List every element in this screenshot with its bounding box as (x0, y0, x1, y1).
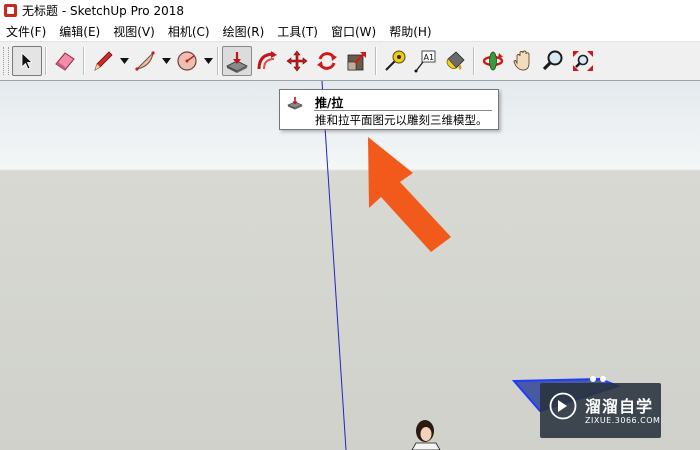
circle-tool-button[interactable] (172, 46, 202, 76)
sketchup-app-icon (4, 4, 17, 17)
move-icon (286, 50, 308, 72)
pan-tool-button[interactable] (508, 46, 538, 76)
pencil-dropdown[interactable] (118, 46, 130, 76)
chevron-down-icon (161, 58, 171, 64)
paint-bucket-icon (446, 51, 465, 70)
menu-draw[interactable]: 绘图(R) (217, 23, 272, 40)
zoom-extents-icon (573, 51, 593, 71)
chevron-down-icon (119, 58, 129, 64)
text-icon: A1 (414, 50, 436, 73)
push-pull-icon (287, 97, 303, 110)
arc-icon (135, 51, 155, 71)
menu-file[interactable]: 文件(F) (0, 23, 53, 40)
follow-me-icon (257, 51, 277, 70)
follow-me-tool-button[interactable] (252, 46, 282, 76)
push-pull-tool-button[interactable] (222, 46, 252, 76)
move-tool-button[interactable] (282, 46, 312, 76)
select-tool-button[interactable] (12, 46, 42, 76)
eraser-tool-button[interactable] (50, 46, 80, 76)
site-watermark: 溜溜自学 ZIXUE.3066.COM (540, 383, 661, 438)
eraser-icon (55, 52, 75, 71)
vertex-marker (590, 376, 596, 382)
blue-axis-line (321, 81, 347, 450)
menu-edit[interactable]: 编辑(E) (53, 23, 107, 40)
orbit-icon (482, 51, 504, 71)
main-toolbar: A1 (0, 42, 700, 81)
arc-tool-button[interactable] (130, 46, 160, 76)
text-tool-button[interactable]: A1 (410, 46, 440, 76)
select-icon (21, 52, 34, 70)
svg-text:A1: A1 (424, 53, 435, 62)
watermark-subtext: ZIXUE.3066.COM (585, 416, 661, 425)
pan-icon (513, 50, 530, 71)
tooltip-divider (314, 110, 492, 111)
menu-view[interactable]: 视图(V) (107, 23, 162, 40)
push-pull-icon (226, 52, 248, 73)
arc-dropdown[interactable] (160, 46, 172, 76)
annotation-arrow (368, 137, 451, 252)
vertex-marker (600, 376, 606, 382)
push-pull-tooltip: 推/拉 推和拉平面图元以雕刻三维模型。 (279, 89, 499, 130)
toolbar-separator (473, 47, 475, 75)
toolbar-separator (45, 47, 47, 75)
rotate-tool-button[interactable] (312, 46, 342, 76)
menu-bar: 文件(F) 编辑(E) 视图(V) 相机(C) 绘图(R) 工具(T) 窗口(W… (0, 21, 700, 42)
toolbar-grip[interactable] (3, 47, 9, 75)
window-title: 无标题 - SketchUp Pro 2018 (22, 4, 184, 18)
menu-window[interactable]: 窗口(W) (325, 23, 383, 40)
zoom-extents-tool-button[interactable] (568, 46, 598, 76)
watermark-logo-icon (549, 392, 577, 420)
orbit-tool-button[interactable] (478, 46, 508, 76)
toolbar-separator (375, 47, 377, 75)
circle-polygon-icon (177, 51, 197, 71)
tooltip-title: 推/拉 (315, 96, 344, 110)
tape-measure-tool-button[interactable] (380, 46, 410, 76)
pencil-icon (94, 51, 113, 71)
title-bar: 无标题 - SketchUp Pro 2018 (0, 0, 700, 21)
scale-icon (347, 52, 366, 71)
scale-figure (411, 420, 441, 450)
paint-bucket-tool-button[interactable] (440, 46, 470, 76)
tooltip-description: 推和拉平面图元以雕刻三维模型。 (315, 113, 488, 127)
menu-tools[interactable]: 工具(T) (271, 23, 325, 40)
pencil-tool-button[interactable] (88, 46, 118, 76)
chevron-down-icon (203, 58, 213, 64)
toolbar-separator (217, 47, 219, 75)
zoom-icon (542, 50, 563, 71)
watermark-text: 溜溜自学 (585, 397, 654, 416)
tape-measure-icon (385, 50, 406, 71)
toolbar-separator (83, 47, 85, 75)
rotate-icon (317, 52, 337, 70)
menu-help[interactable]: 帮助(H) (383, 23, 438, 40)
scale-tool-button[interactable] (342, 46, 372, 76)
menu-camera[interactable]: 相机(C) (162, 23, 217, 40)
circle-dropdown[interactable] (202, 46, 214, 76)
zoom-tool-button[interactable] (538, 46, 568, 76)
